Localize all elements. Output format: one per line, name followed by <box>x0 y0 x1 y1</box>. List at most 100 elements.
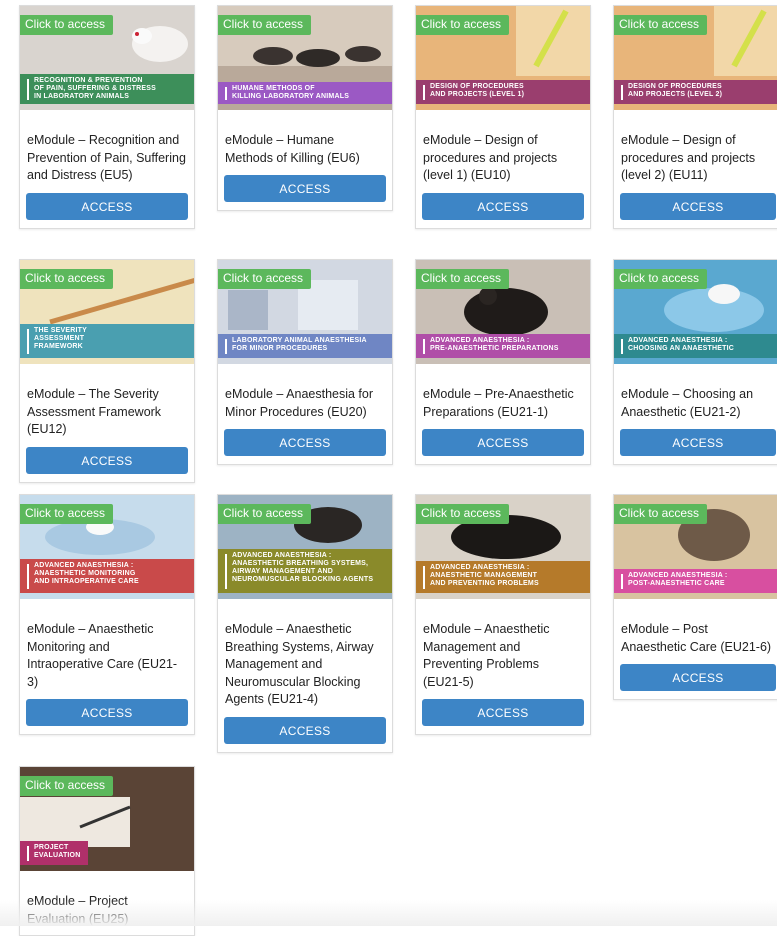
module-banner: LABORATORY ANIMAL ANAESTHESIA FOR MINOR … <box>218 334 392 358</box>
module-thumbnail[interactable]: Click to access ADVANCED ANAESTHESIA : A… <box>20 495 194 599</box>
module-thumbnail[interactable]: Click to access ADVANCED ANAESTHESIA : C… <box>614 260 777 364</box>
banner-line: EVALUATION <box>34 852 81 859</box>
module-title[interactable]: eModule – Pre-Anaesthetic Preparations (… <box>423 386 582 421</box>
module-title[interactable]: eModule – Recognition and Prevention of … <box>27 132 186 185</box>
access-button[interactable]: ACCESS <box>422 192 584 220</box>
module-thumbnail[interactable]: Click to access HUMANE METHODS OF KILLIN… <box>218 6 392 110</box>
module-thumbnail[interactable]: Click to access THE SEVERITY ASSESSMENT … <box>20 260 194 364</box>
banner-line: AND PROJECTS (LEVEL 2) <box>628 91 723 98</box>
click-to-access-badge[interactable]: Click to access <box>218 15 312 35</box>
module-card[interactable]: Click to access ADVANCED ANAESTHESIA : A… <box>217 494 393 753</box>
banner-line: FOR MINOR PROCEDURES <box>232 345 328 352</box>
banner-line: ADVANCED ANAESTHESIA : <box>628 337 728 344</box>
click-to-access-badge[interactable]: Click to access <box>20 15 114 35</box>
access-button[interactable]: ACCESS <box>422 699 584 726</box>
banner-line: ASSESSMENT <box>34 335 85 342</box>
module-title[interactable]: eModule – Humane Methods of Killing (EU6… <box>225 132 384 167</box>
module-title[interactable]: eModule – Design of procedures and proje… <box>621 132 774 185</box>
module-thumbnail[interactable]: Click to access LABORATORY ANIMAL ANAEST… <box>218 260 392 364</box>
banner-line: AND INTRAOPERATIVE CARE <box>34 578 139 585</box>
module-thumbnail[interactable]: Click to access ADVANCED ANAESTHESIA : A… <box>416 495 590 599</box>
module-banner: ADVANCED ANAESTHESIA : PRE-ANAESTHETIC P… <box>416 334 590 358</box>
module-title[interactable]: eModule – The Severity Assessment Framew… <box>27 386 186 439</box>
module-title[interactable]: eModule – Post Anaesthetic Care (EU21-6) <box>621 621 774 656</box>
banner-line: ANAESTHETIC MONITORING <box>34 570 136 577</box>
module-title[interactable]: eModule – Choosing an Anaesthetic (EU21-… <box>621 386 774 421</box>
module-thumbnail[interactable]: Click to access ADVANCED ANAESTHESIA : A… <box>218 495 392 599</box>
module-card[interactable]: Click to access ADVANCED ANAESTHESIA : P… <box>415 259 591 465</box>
module-card[interactable]: Click to access DESIGN OF PROCEDURES AND… <box>613 5 777 229</box>
module-title[interactable]: eModule – Anaesthetic Breathing Systems,… <box>225 621 384 709</box>
access-button[interactable]: ACCESS <box>26 192 188 220</box>
module-banner: ADVANCED ANAESTHESIA : ANAESTHETIC BREAT… <box>218 549 392 593</box>
module-banner: ADVANCED ANAESTHESIA : ANAESTHETIC MANAG… <box>416 561 590 593</box>
banner-line: THE SEVERITY <box>34 327 87 334</box>
banner-line: OF PAIN, SUFFERING & DISTRESS <box>34 85 156 92</box>
module-card[interactable]: Click to access RECOGNITION & PREVENTION… <box>19 5 195 229</box>
module-thumbnail[interactable]: Click to access PROJECT EVALUATION <box>20 767 194 871</box>
banner-line: ADVANCED ANAESTHESIA : <box>430 564 530 571</box>
banner-line: ANAESTHETIC BREATHING SYSTEMS, <box>232 560 369 567</box>
banner-line: IN LABORATORY ANIMALS <box>34 93 130 100</box>
module-banner: DESIGN OF PROCEDURES AND PROJECTS (LEVEL… <box>614 80 777 104</box>
module-card[interactable]: Click to access ADVANCED ANAESTHESIA : A… <box>19 494 195 735</box>
module-thumbnail[interactable]: Click to access RECOGNITION & PREVENTION… <box>20 6 194 110</box>
banner-line: CHOOSING AN ANAESTHETIC <box>628 345 734 352</box>
access-button[interactable]: ACCESS <box>224 716 386 744</box>
click-to-access-badge[interactable]: Click to access <box>20 269 114 289</box>
click-to-access-badge[interactable]: Click to access <box>20 776 114 796</box>
click-to-access-badge[interactable]: Click to access <box>416 15 510 35</box>
module-title[interactable]: eModule – Anaesthesia for Minor Procedur… <box>225 386 384 421</box>
access-button[interactable]: ACCESS <box>620 664 776 691</box>
click-to-access-badge[interactable]: Click to access <box>218 504 312 524</box>
module-card[interactable]: Click to access ADVANCED ANAESTHESIA : A… <box>415 494 591 735</box>
access-button[interactable]: ACCESS <box>422 429 584 456</box>
banner-line: NEUROMUSCULAR BLOCKING AGENTS <box>232 576 374 583</box>
click-to-access-badge[interactable]: Click to access <box>416 504 510 524</box>
banner-line: AIRWAY MANAGEMENT AND <box>232 568 334 575</box>
module-thumbnail[interactable]: Click to access ADVANCED ANAESTHESIA : P… <box>416 260 590 364</box>
module-card[interactable]: Click to access HUMANE METHODS OF KILLIN… <box>217 5 393 211</box>
access-button[interactable]: ACCESS <box>224 175 386 202</box>
click-to-access-badge[interactable]: Click to access <box>20 504 114 524</box>
click-to-access-badge[interactable]: Click to access <box>416 269 510 289</box>
banner-line: ANAESTHETIC MANAGEMENT <box>430 572 538 579</box>
module-title[interactable]: eModule – Design of procedures and proje… <box>423 132 582 185</box>
module-title[interactable]: eModule – Anaesthetic Management and Pre… <box>423 621 582 691</box>
module-thumbnail[interactable]: Click to access DESIGN OF PROCEDURES AND… <box>416 6 590 110</box>
module-banner: ADVANCED ANAESTHESIA : POST-ANAESTHETIC … <box>614 569 777 593</box>
module-title[interactable]: eModule – Anaesthetic Monitoring and Int… <box>27 621 186 691</box>
access-button[interactable]: ACCESS <box>620 429 776 456</box>
banner-line: POST-ANAESTHETIC CARE <box>628 580 725 587</box>
banner-line: FRAMEWORK <box>34 343 83 350</box>
banner-line: PROJECT <box>34 844 69 851</box>
click-to-access-badge[interactable]: Click to access <box>614 269 708 289</box>
module-banner: THE SEVERITY ASSESSMENT FRAMEWORK <box>20 324 194 358</box>
module-card[interactable]: Click to access ADVANCED ANAESTHESIA : C… <box>613 259 777 465</box>
banner-line: PRE-ANAESTHETIC PREPARATIONS <box>430 345 559 352</box>
click-to-access-badge[interactable]: Click to access <box>614 504 708 524</box>
click-to-access-badge[interactable]: Click to access <box>218 269 312 289</box>
banner-line: LABORATORY ANIMAL ANAESTHESIA <box>232 337 367 344</box>
access-button[interactable]: ACCESS <box>620 192 776 220</box>
module-card[interactable]: Click to access DESIGN OF PROCEDURES AND… <box>415 5 591 229</box>
module-thumbnail[interactable]: Click to access ADVANCED ANAESTHESIA : P… <box>614 495 777 599</box>
scroll-fade <box>0 900 777 926</box>
banner-line: KILLING LABORATORY ANIMALS <box>232 93 350 100</box>
module-card[interactable]: Click to access LABORATORY ANIMAL ANAEST… <box>217 259 393 465</box>
access-button[interactable]: ACCESS <box>26 446 188 474</box>
module-banner: DESIGN OF PROCEDURES AND PROJECTS (LEVEL… <box>416 80 590 104</box>
access-button[interactable]: ACCESS <box>224 429 386 456</box>
click-to-access-badge[interactable]: Click to access <box>614 15 708 35</box>
banner-line: DESIGN OF PROCEDURES <box>430 83 524 90</box>
banner-line: ADVANCED ANAESTHESIA : <box>628 572 728 579</box>
module-card[interactable]: Click to access ADVANCED ANAESTHESIA : P… <box>613 494 777 700</box>
access-button[interactable]: ACCESS <box>26 699 188 726</box>
banner-line: ADVANCED ANAESTHESIA : <box>34 562 134 569</box>
module-card[interactable]: Click to access THE SEVERITY ASSESSMENT … <box>19 259 195 483</box>
banner-line: ADVANCED ANAESTHESIA : <box>430 337 530 344</box>
banner-line: ADVANCED ANAESTHESIA : <box>232 552 332 559</box>
module-banner: ADVANCED ANAESTHESIA : ANAESTHETIC MONIT… <box>20 559 194 593</box>
banner-line: DESIGN OF PROCEDURES <box>628 83 722 90</box>
module-thumbnail[interactable]: Click to access DESIGN OF PROCEDURES AND… <box>614 6 777 110</box>
